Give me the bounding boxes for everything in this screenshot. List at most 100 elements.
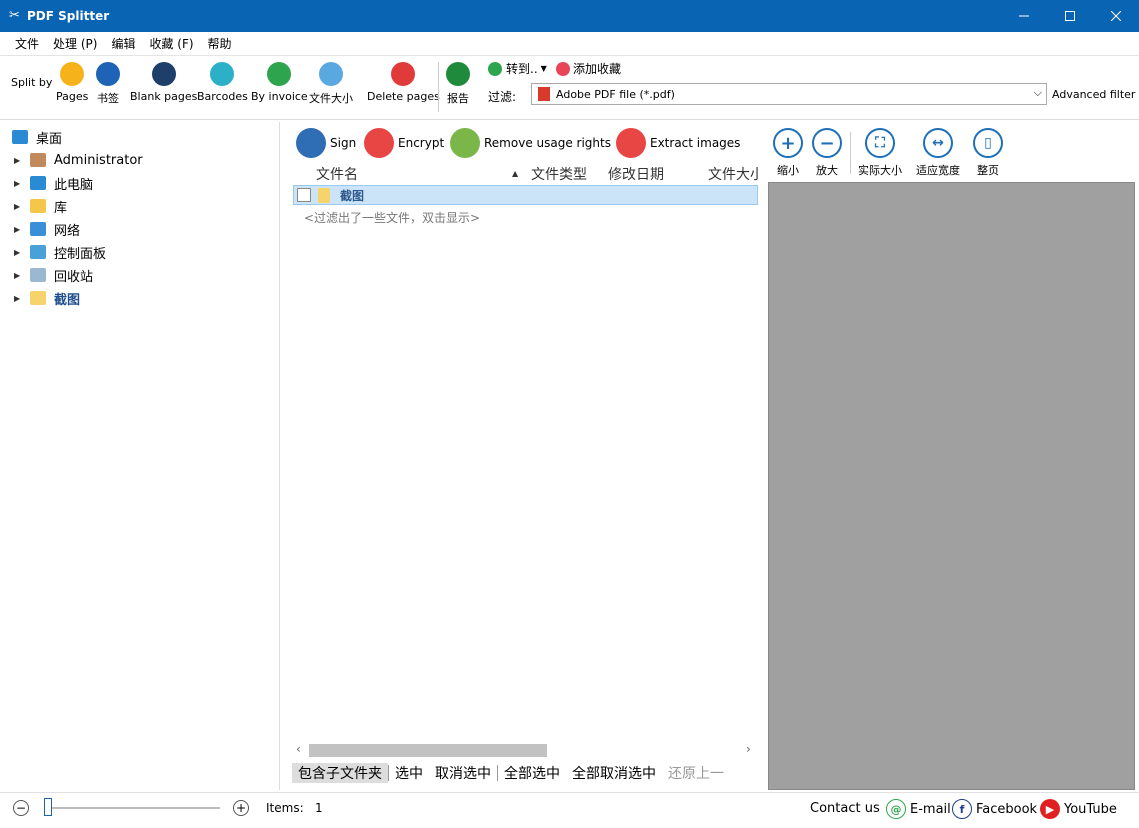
- full-page-button[interactable]: ▯ 整页: [973, 128, 1003, 178]
- row-checkbox[interactable]: [297, 188, 311, 202]
- plus-icon: +: [773, 128, 803, 158]
- actual-size-button[interactable]: ⛶ 实际大小: [858, 128, 902, 178]
- select-all-button[interactable]: 全部选中: [498, 763, 566, 783]
- minimize-button[interactable]: [1001, 0, 1047, 32]
- folder-icon: [30, 291, 46, 305]
- folder-tree: 桌面 ▶ Administrator ▶ 此电脑 ▶ 库 ▶ 网络 ▶ 控制面板…: [0, 122, 280, 790]
- filter-select[interactable]: Adobe PDF file (*.pdf) ⌵: [531, 83, 1047, 105]
- column-filename[interactable]: 文件名: [316, 164, 358, 184]
- folder-icon: [318, 187, 330, 203]
- items-label: Items:: [266, 801, 304, 815]
- zoom-slider-thumb[interactable]: [44, 798, 52, 816]
- zoom-slider-track[interactable]: [48, 807, 220, 809]
- select-button[interactable]: 选中: [389, 763, 429, 783]
- include-subfolders-button[interactable]: 包含子文件夹: [292, 763, 388, 783]
- delete-pages-icon: [391, 62, 416, 86]
- fit-width-button[interactable]: ↔ 适应宽度: [916, 128, 960, 178]
- report-button[interactable]: 报告: [446, 62, 470, 106]
- sign-button[interactable]: Sign: [296, 128, 356, 158]
- expand-arrow-icon: ▶: [14, 224, 21, 234]
- bookmarks-button[interactable]: 书签: [96, 62, 120, 106]
- user-icon: [30, 153, 46, 167]
- filtered-hint[interactable]: <过滤出了一些文件，双击显示>: [304, 209, 480, 226]
- page-icon: ▯: [973, 128, 1003, 158]
- pen-icon: [296, 128, 326, 158]
- by-invoice-button[interactable]: By invoice: [251, 62, 308, 103]
- tree-item-library[interactable]: ▶ 库: [0, 195, 67, 217]
- menu-favorites[interactable]: 收藏 (F): [142, 35, 200, 52]
- restore-previous-button[interactable]: 还原上一: [662, 763, 726, 783]
- tree-item-this-pc[interactable]: ▶ 此电脑: [0, 172, 93, 194]
- menu-edit[interactable]: 编辑: [104, 35, 142, 52]
- zoom-out-button[interactable]: + 缩小: [773, 128, 803, 178]
- tree-item-recycle-bin[interactable]: ▶ 回收站: [0, 264, 93, 286]
- preview-area[interactable]: [768, 182, 1135, 790]
- bookmark-icon: [96, 62, 120, 86]
- tree-item-screenshots[interactable]: ▶ 截图: [0, 287, 80, 309]
- file-size-button[interactable]: 文件大小: [309, 62, 353, 106]
- menu-file[interactable]: 文件: [8, 35, 46, 52]
- column-header: 文件名 ▲ 文件类型 修改日期 文件大小: [290, 164, 760, 184]
- pages-button[interactable]: Pages: [56, 62, 88, 103]
- email-link[interactable]: @ E-mail: [886, 799, 951, 819]
- expand-arrow-icon: ▶: [14, 247, 21, 257]
- deselect-button[interactable]: 取消选中: [429, 763, 497, 783]
- tree-item-administrator[interactable]: ▶ Administrator: [0, 149, 143, 171]
- pages-icon: [60, 62, 85, 86]
- tree-item-control-panel[interactable]: ▶ 控制面板: [0, 241, 106, 263]
- deselect-all-button[interactable]: 全部取消选中: [566, 763, 662, 783]
- delete-pages-button[interactable]: Delete pages: [367, 62, 440, 103]
- file-size-icon: [319, 62, 343, 86]
- column-filetype[interactable]: 文件类型: [531, 164, 587, 184]
- table-row[interactable]: 截图: [293, 185, 758, 205]
- add-favorite-button[interactable]: 添加收藏: [556, 60, 621, 77]
- encrypt-button[interactable]: Encrypt: [364, 128, 444, 158]
- filter-label: 过滤:: [488, 90, 517, 104]
- expand-arrow-icon: ▶: [14, 293, 21, 303]
- file-name: 截图: [340, 188, 365, 203]
- horizontal-scrollbar[interactable]: ‹ ›: [290, 742, 760, 758]
- remove-usage-rights-button[interactable]: Remove usage rights: [450, 128, 611, 158]
- split-by-label: Split by: [11, 76, 53, 89]
- extract-images-button[interactable]: Extract images: [616, 128, 740, 158]
- scroll-right-icon[interactable]: ›: [746, 742, 751, 756]
- image-icon: [616, 128, 646, 158]
- contact-us-label: Contact us: [810, 801, 880, 816]
- items-count: 1: [315, 801, 323, 815]
- menu-help[interactable]: 帮助: [201, 35, 239, 52]
- report-icon: [446, 62, 470, 86]
- menu-process[interactable]: 处理 (P): [46, 35, 104, 52]
- blank-pages-button[interactable]: Blank pages: [130, 62, 197, 103]
- unlock-icon: [450, 128, 480, 158]
- preview-pane: + 缩小 − 放大 ⛶ 实际大小 ↔ 适应宽度 ▯ 整页: [765, 122, 1139, 790]
- advanced-filter-button[interactable]: Advanced filter: [1052, 88, 1135, 101]
- zoom-in-button[interactable]: − 放大: [812, 128, 842, 178]
- invoice-icon: [267, 62, 292, 86]
- zoom-plus-icon[interactable]: +: [233, 800, 249, 816]
- youtube-icon: ▶: [1040, 799, 1060, 819]
- toolbar-separator: [438, 62, 439, 112]
- computer-icon: [30, 176, 46, 190]
- column-filesize[interactable]: 文件大小: [708, 164, 760, 184]
- barcodes-button[interactable]: Barcodes: [197, 62, 248, 103]
- fullscreen-icon: ⛶: [865, 128, 895, 158]
- zoom-minus-icon[interactable]: −: [13, 800, 29, 816]
- chevron-down-icon: ⌵: [1033, 86, 1042, 99]
- expand-arrow-icon: ▶: [14, 201, 21, 211]
- goto-button[interactable]: 转到.. ▼: [488, 60, 547, 77]
- maximize-button[interactable]: [1047, 0, 1093, 32]
- minimize-icon: [1019, 15, 1029, 17]
- scissors-icon: ✂: [9, 8, 20, 23]
- youtube-link[interactable]: ▶ YouTube: [1040, 799, 1117, 819]
- scrollbar-thumb[interactable]: [309, 744, 547, 757]
- close-icon: [1111, 11, 1121, 21]
- scroll-left-icon[interactable]: ‹: [296, 742, 301, 756]
- column-modified[interactable]: 修改日期: [608, 164, 664, 184]
- network-icon: [30, 222, 46, 236]
- close-button[interactable]: [1093, 0, 1139, 32]
- tree-item-desktop[interactable]: 桌面: [0, 126, 62, 148]
- tree-item-network[interactable]: ▶ 网络: [0, 218, 80, 240]
- window-title: PDF Splitter: [27, 9, 110, 23]
- facebook-link[interactable]: f Facebook: [952, 799, 1037, 819]
- sort-up-icon: ▲: [512, 169, 519, 178]
